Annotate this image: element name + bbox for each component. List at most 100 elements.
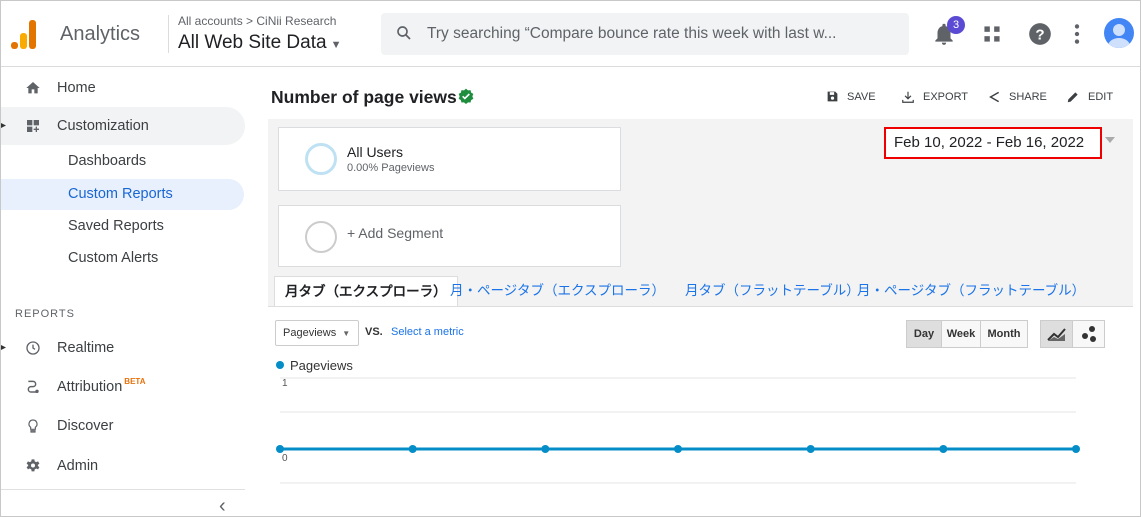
line-chart-button[interactable] bbox=[1040, 320, 1073, 348]
sidebar-item-label: Admin bbox=[57, 458, 99, 474]
week-button[interactable]: Week bbox=[941, 320, 981, 348]
home-icon bbox=[26, 82, 40, 94]
account-breadcrumb[interactable]: All accounts > CiNii Research bbox=[178, 14, 336, 28]
segment-all-users[interactable]: All Users 0.00% Pageviews bbox=[278, 127, 621, 191]
add-segment-label: + Add Segment bbox=[347, 225, 444, 241]
save-icon bbox=[827, 91, 838, 102]
data-point bbox=[674, 445, 682, 453]
metric-dropdown[interactable]: Pageviews ▼ bbox=[275, 320, 359, 346]
attribution-icon bbox=[27, 380, 39, 393]
sidebar: Home Customization Dashboards Custom Rep… bbox=[1, 67, 255, 516]
notification-count-badge: 3 bbox=[947, 16, 965, 34]
beta-badge: BETA bbox=[124, 377, 146, 386]
motion-chart-icon bbox=[1082, 326, 1096, 342]
sidebar-item-home[interactable]: Home bbox=[1, 69, 245, 107]
top-bar: Analytics All accounts > CiNii Research … bbox=[1, 1, 1140, 67]
report-area: Number of page views SAVE EXPORT SHARE E… bbox=[255, 67, 1140, 516]
sidebar-item-label: Customization bbox=[57, 118, 149, 134]
chart-panel: Pageviews ▼ VS. Select a metric Day Week … bbox=[268, 306, 1133, 516]
export-button[interactable]: EXPORT bbox=[901, 90, 968, 104]
sidebar-item-label: Custom Reports bbox=[68, 186, 173, 202]
data-point bbox=[276, 445, 284, 453]
report-title: Number of page views bbox=[271, 87, 457, 107]
svg-text:?: ? bbox=[1035, 26, 1044, 43]
add-segment-button[interactable]: + Add Segment bbox=[278, 205, 621, 267]
search-box[interactable]: Try searching “Compare bounce rate this … bbox=[381, 13, 909, 55]
data-point bbox=[1072, 445, 1080, 453]
sidebar-item-label: Discover bbox=[57, 418, 114, 434]
expand-arrow-icon bbox=[1, 123, 6, 128]
segment-name: All Users bbox=[347, 144, 404, 160]
legend-label: Pageviews bbox=[290, 358, 353, 373]
line-chart-icon bbox=[1047, 328, 1066, 341]
report-content: All Users 0.00% Pageviews + Add Segment … bbox=[268, 119, 1133, 516]
legend-marker bbox=[276, 361, 284, 369]
collapse-sidebar-button[interactable]: ‹ bbox=[219, 495, 226, 516]
share-button[interactable]: SHARE bbox=[987, 90, 1047, 104]
caret-down-icon: ▼ bbox=[330, 39, 342, 51]
tab-month-explorer[interactable]: 月タブ（エクスプローラ） bbox=[274, 276, 458, 306]
sidebar-item-custom-alerts[interactable]: Custom Alerts bbox=[68, 250, 158, 266]
view-name: All Web Site Data bbox=[178, 32, 327, 53]
data-point bbox=[939, 445, 948, 453]
avatar[interactable] bbox=[1104, 18, 1134, 48]
data-point bbox=[408, 445, 417, 453]
sidebar-item-saved-reports[interactable]: Saved Reports bbox=[68, 218, 164, 234]
sidebar-item-label: Realtime bbox=[57, 340, 115, 356]
more-vert-icon[interactable] bbox=[1064, 21, 1090, 47]
sidebar-item-dashboards[interactable]: Dashboards bbox=[68, 153, 146, 169]
gear-icon bbox=[26, 459, 40, 472]
lightbulb-icon bbox=[28, 419, 38, 433]
date-range-caret-icon[interactable] bbox=[1105, 137, 1115, 143]
caret-down-icon: ▼ bbox=[342, 329, 351, 338]
view-selector[interactable]: All Web Site Data ▼ bbox=[178, 32, 341, 54]
date-range-picker[interactable]: Feb 10, 2022 - Feb 16, 2022 bbox=[884, 127, 1102, 159]
export-icon bbox=[902, 91, 914, 103]
edit-label: EDIT bbox=[1088, 91, 1114, 103]
app-name[interactable]: Analytics bbox=[60, 23, 140, 46]
help-icon[interactable]: ? bbox=[1027, 21, 1053, 47]
motion-chart-button[interactable] bbox=[1072, 320, 1105, 348]
clock-icon bbox=[26, 341, 40, 355]
export-label: EXPORT bbox=[923, 91, 969, 103]
metric-value: Pageviews bbox=[283, 327, 337, 339]
sidebar-item-label: Attribution BETA bbox=[57, 377, 146, 395]
tab-month-page-flat-table[interactable]: 月・ページタブ（フラットテーブル） bbox=[857, 276, 1085, 306]
tab-month-page-explorer[interactable]: 月・ページタブ（エクスプローラ） bbox=[450, 276, 665, 306]
save-button[interactable]: SAVE bbox=[826, 90, 876, 103]
share-icon bbox=[989, 91, 1000, 103]
tab-month-flat-table[interactable]: 月タブ（フラットテーブル） bbox=[685, 276, 860, 306]
vs-label: VS. bbox=[365, 326, 383, 338]
search-placeholder: Try searching “Compare bounce rate this … bbox=[427, 25, 837, 42]
data-point bbox=[806, 445, 815, 453]
month-button[interactable]: Month bbox=[980, 320, 1028, 348]
sidebar-item-label: Home bbox=[57, 80, 96, 96]
sidebar-item-discover[interactable]: Discover bbox=[1, 407, 245, 445]
edit-button[interactable]: EDIT bbox=[1066, 90, 1113, 104]
y-tick-label: 0 bbox=[282, 453, 288, 464]
sidebar-item-attribution[interactable]: Attribution BETA bbox=[1, 367, 245, 405]
share-label: SHARE bbox=[1009, 91, 1047, 103]
apps-grid-icon[interactable] bbox=[979, 21, 1005, 47]
segment-color-icon bbox=[305, 143, 337, 175]
edit-pencil-icon bbox=[1067, 92, 1078, 103]
y-tick-label: 1 bbox=[282, 378, 288, 389]
search-icon bbox=[397, 26, 411, 40]
line-chart: Pageviews1 0 bbox=[276, 358, 1080, 484]
dashboard-customize-icon bbox=[27, 120, 39, 132]
sidebar-item-custom-reports[interactable]: Custom Reports bbox=[1, 179, 244, 210]
data-point bbox=[541, 445, 550, 453]
save-label: SAVE bbox=[847, 90, 876, 103]
sidebar-item-realtime[interactable]: Realtime bbox=[1, 329, 245, 367]
select-metric-link[interactable]: Select a metric bbox=[391, 326, 464, 338]
add-segment-circle-icon bbox=[305, 221, 337, 253]
day-button[interactable]: Day bbox=[906, 320, 942, 348]
divider bbox=[168, 15, 169, 53]
ga-window: Analytics All accounts > CiNii Research … bbox=[0, 0, 1141, 517]
divider bbox=[1, 489, 245, 490]
analytics-logo-icon[interactable] bbox=[11, 19, 39, 49]
sidebar-item-admin[interactable]: Admin bbox=[1, 447, 245, 485]
sidebar-item-customization[interactable]: Customization bbox=[1, 107, 245, 145]
verified-check-icon bbox=[458, 88, 474, 104]
user-icon bbox=[1108, 24, 1130, 48]
